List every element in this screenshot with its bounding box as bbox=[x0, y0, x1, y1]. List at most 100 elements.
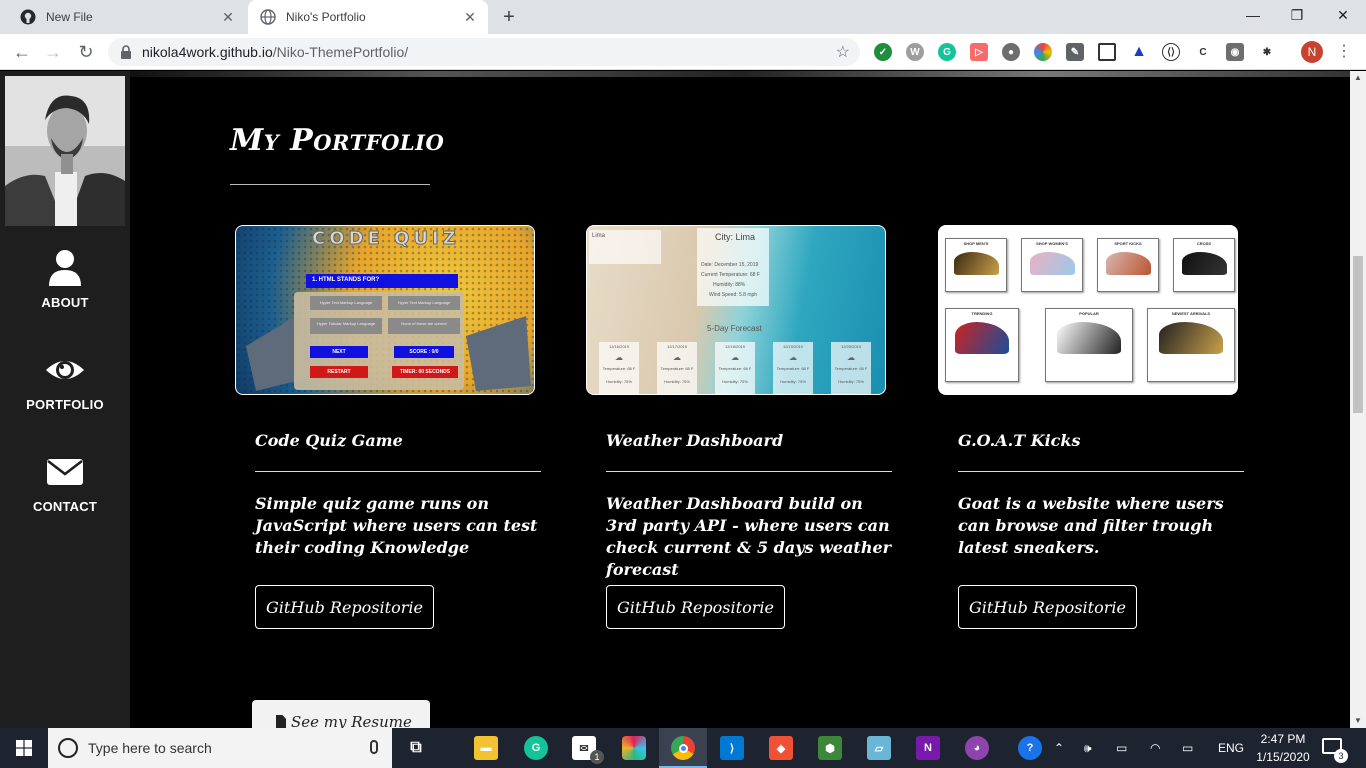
browser-toolbar: ← → ↻ nikola4work.github.io/Niko-ThemePo… bbox=[0, 34, 1366, 70]
cloud-icon: ☁ bbox=[731, 353, 739, 362]
screenshot-extension-icon[interactable] bbox=[1098, 43, 1116, 61]
volume-icon[interactable]: 🕪 bbox=[1084, 728, 1092, 768]
bug-extension-icon[interactable]: ✱ bbox=[1258, 43, 1276, 61]
forward-arrow-icon[interactable]: → bbox=[41, 40, 65, 64]
forecast-label: 5-Day Forecast bbox=[707, 324, 762, 333]
vscode-icon[interactable]: ⟩ bbox=[720, 736, 744, 760]
url-text: nikola4work.github.io/Niko-ThemePortfoli… bbox=[142, 44, 408, 60]
github-repo-button[interactable]: GitHub Repositorie bbox=[958, 585, 1137, 629]
back-arrow-icon[interactable]: ← bbox=[10, 40, 34, 64]
title-divider bbox=[230, 184, 430, 185]
page-scrollbar[interactable]: ▲ ▼ bbox=[1350, 71, 1366, 728]
project-thumbnail[interactable]: CODE QUIZ 1. HTML STANDS FOR? Hyper Text… bbox=[235, 225, 535, 395]
sneaker-label: NEWEST ARRIVALS bbox=[1171, 311, 1211, 316]
weather-humidity: Humidity: 88% bbox=[713, 282, 746, 288]
chrome-icon[interactable] bbox=[671, 736, 695, 760]
camera-extension-icon[interactable]: ◉ bbox=[1226, 43, 1244, 61]
windows-start-button[interactable] bbox=[0, 728, 48, 768]
slack-icon[interactable] bbox=[622, 736, 646, 760]
address-bar[interactable]: nikola4work.github.io/Niko-ThemePortfoli… bbox=[108, 38, 860, 66]
github-desktop-icon[interactable]: ◕ bbox=[965, 736, 989, 760]
sneaker-label: SHOP MEN'S bbox=[963, 241, 989, 246]
sidebar-item-about[interactable]: ABOUT bbox=[0, 248, 130, 312]
weather-city: City: Lima bbox=[715, 232, 756, 242]
reload-icon[interactable]: ↻ bbox=[74, 40, 98, 64]
new-tab-button[interactable]: + bbox=[498, 7, 520, 29]
minimize-button[interactable]: — bbox=[1230, 0, 1276, 30]
forecast-humidity: Humidity: 75% bbox=[664, 379, 690, 384]
grammarly-extension-icon[interactable]: G bbox=[938, 43, 956, 61]
project-thumbnail[interactable]: SHOP MEN'S SHOP WOMEN'S SPORT KICKS CROSS TR… bbox=[938, 225, 1238, 395]
github-repo-button[interactable]: GitHub Repositorie bbox=[606, 585, 785, 629]
tray-chevron-icon[interactable]: ⌃ bbox=[1054, 728, 1064, 768]
profile-avatar[interactable]: N bbox=[1301, 41, 1323, 63]
clock-time: 2:47 PM bbox=[1260, 732, 1306, 746]
tab-title: New File bbox=[46, 10, 93, 24]
w-extension-icon[interactable]: W bbox=[906, 43, 924, 61]
menu-kebab-icon[interactable]: ⋮ bbox=[1336, 42, 1352, 62]
project-description: Simple quiz game runs on JavaScript wher… bbox=[255, 494, 538, 557]
clock-date: 1/15/2020 bbox=[1256, 750, 1310, 764]
project-description: Weather Dashboard build on 3rd party API… bbox=[606, 494, 892, 579]
arrow-extension-icon[interactable]: ▷ bbox=[970, 43, 988, 61]
help-icon[interactable]: ? bbox=[1018, 736, 1042, 760]
close-window-button[interactable]: ✕ bbox=[1320, 0, 1366, 30]
sneaker-tile: CROSS bbox=[1173, 238, 1235, 292]
check-extension-icon[interactable]: ✓ bbox=[874, 43, 892, 61]
quiz-banner: CODE QUIZ bbox=[312, 228, 460, 250]
task-view-icon[interactable]: ⧉ bbox=[404, 736, 428, 760]
bookmark-star-icon[interactable]: ☆ bbox=[836, 42, 850, 62]
github-icon bbox=[20, 9, 36, 25]
sneaker-tile: SHOP MEN'S bbox=[945, 238, 1007, 292]
tab-close-icon[interactable]: ✕ bbox=[462, 9, 478, 25]
scrollbar-thumb[interactable] bbox=[1353, 256, 1363, 413]
eyedropper-extension-icon[interactable]: ✎ bbox=[1066, 43, 1084, 61]
triangle-extension-icon[interactable]: ▲ bbox=[1130, 43, 1148, 61]
project-divider bbox=[606, 471, 892, 472]
git-icon[interactable]: ◆ bbox=[769, 736, 793, 760]
taskbar-search-box[interactable]: Type here to search bbox=[48, 728, 392, 768]
circle-extension-icon[interactable]: ● bbox=[1002, 43, 1020, 61]
forecast-card: 12/17/2019 ☁ Temperature: 68 F Humidity: 75… bbox=[657, 342, 697, 394]
node-icon[interactable]: ⬢ bbox=[818, 736, 842, 760]
sidebar-item-label: PORTFOLIO bbox=[26, 397, 104, 412]
forecast-temp: Temperature: 68 F bbox=[660, 366, 694, 371]
sidebar-item-contact[interactable]: CONTACT bbox=[0, 452, 130, 516]
onenote-icon[interactable]: N bbox=[916, 736, 940, 760]
forecast-card: 12/20/2019 ☁ Temperature: 68 F Humidity: 75… bbox=[831, 342, 871, 394]
language-indicator[interactable]: ENG bbox=[1218, 728, 1244, 768]
taskbar-clock[interactable]: 2:47 PM 1/15/2020 bbox=[1252, 730, 1314, 766]
project-thumbnail[interactable]: Lima City: Lima Date: December 15, 2019 … bbox=[586, 225, 886, 395]
search-circle-icon bbox=[58, 738, 78, 758]
globe-icon bbox=[260, 9, 276, 25]
quiz-answer: Hyper Tabular Markup Language bbox=[310, 318, 382, 334]
forecast-card: 12/16/2019 ☁ Temperature: 68 F Humidity: 75… bbox=[599, 342, 639, 394]
battery-icon[interactable]: ▭ bbox=[1116, 728, 1127, 768]
grammarly-app-icon[interactable]: G bbox=[524, 736, 548, 760]
sidebar-item-portfolio[interactable]: PORTFOLIO bbox=[0, 350, 130, 414]
sneaker-image bbox=[1056, 322, 1122, 355]
c-extension-icon[interactable]: C bbox=[1194, 43, 1212, 61]
scroll-down-icon[interactable]: ▼ bbox=[1350, 714, 1366, 728]
forecast-humidity: Humidity: 75% bbox=[606, 379, 632, 384]
file-explorer-icon[interactable]: ▬ bbox=[474, 736, 498, 760]
quiz-score: SCORE : 0/0 bbox=[394, 346, 454, 358]
quiz-next-button: NEXT bbox=[310, 346, 368, 358]
code-extension-icon[interactable]: ⟨⟩ bbox=[1162, 43, 1180, 61]
github-repo-button[interactable]: GitHub Repositorie bbox=[255, 585, 434, 629]
colorpicker-extension-icon[interactable] bbox=[1034, 43, 1052, 61]
microphone-icon[interactable] bbox=[370, 740, 378, 754]
scroll-up-icon[interactable]: ▲ bbox=[1350, 71, 1366, 85]
tab-nikos-portfolio[interactable]: Niko's Portfolio ✕ bbox=[248, 0, 488, 34]
cloud-icon: ☁ bbox=[673, 353, 681, 362]
cloud-icon: ☁ bbox=[789, 353, 797, 362]
tab-new-file[interactable]: New File ✕ bbox=[8, 0, 246, 34]
wifi-icon[interactable]: ◠ bbox=[1150, 728, 1160, 768]
project-card-goat-kicks: SHOP MEN'S SHOP WOMEN'S SPORT KICKS CROSS TR… bbox=[938, 225, 1244, 629]
tab-close-icon[interactable]: ✕ bbox=[220, 9, 236, 25]
see-resume-button[interactable]: See my Resume bbox=[252, 700, 430, 728]
display-icon[interactable]: ▭ bbox=[1182, 728, 1193, 768]
sneaker-tile: NEWEST ARRIVALS bbox=[1147, 308, 1235, 382]
restore-button[interactable]: ❐ bbox=[1274, 0, 1320, 30]
app-cube-icon[interactable]: ▱ bbox=[867, 736, 891, 760]
